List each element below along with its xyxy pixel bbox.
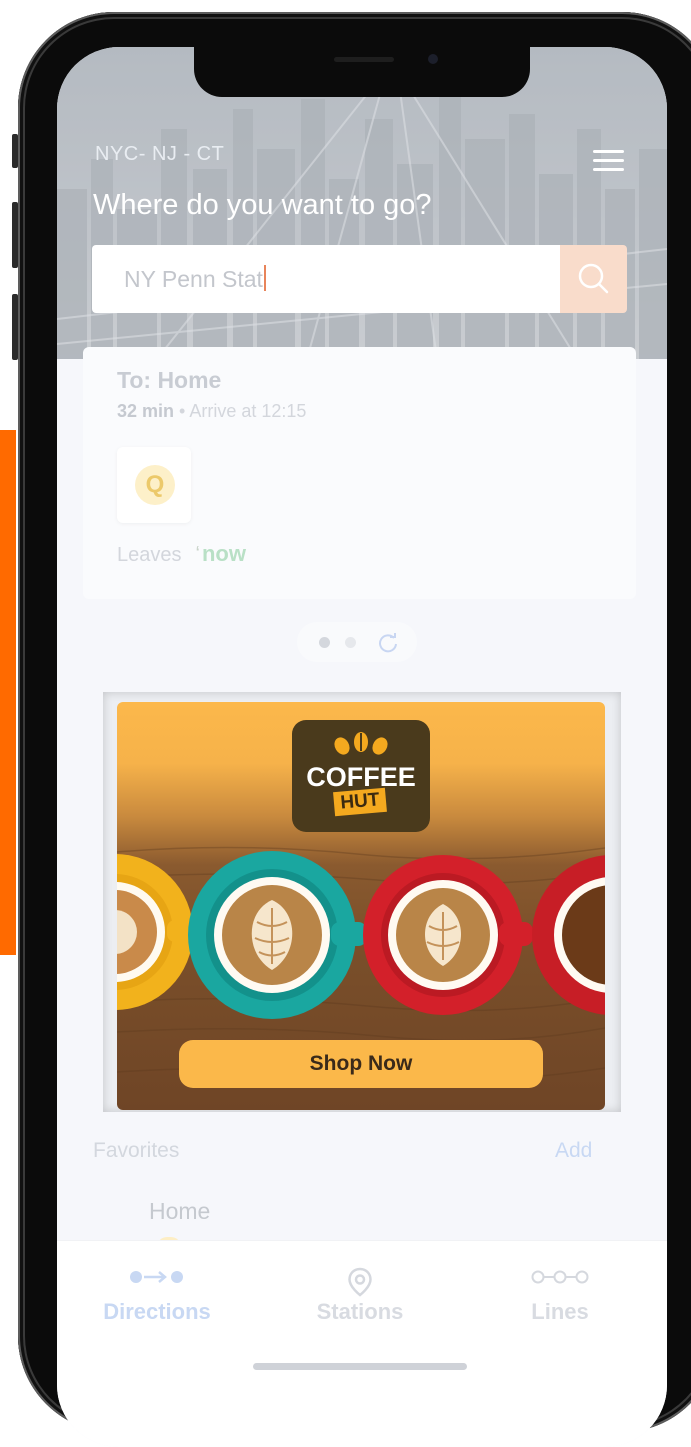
ad-frame: COFFEE HUT Shop Now (103, 692, 621, 1112)
text-cursor (263, 265, 266, 291)
page-dot-active[interactable] (319, 637, 330, 648)
trip-destination: To: Home (117, 367, 222, 393)
search-input[interactable]: NY Penn Stat (92, 245, 560, 313)
magnifier-icon (578, 263, 609, 294)
add-favorite-link[interactable]: Add (555, 1139, 592, 1163)
tab-directions[interactable]: Directions (57, 1241, 257, 1351)
coffee-hut-ad[interactable]: COFFEE HUT Shop Now (117, 702, 605, 1110)
volume-up-button (12, 202, 18, 268)
leaves-value: now (201, 541, 246, 566)
trip-arrival: • Arrive at 12:15 (179, 401, 307, 421)
page-title: Where do you want to go? (93, 189, 432, 221)
brand-name: COFFEE (306, 762, 416, 792)
refresh-icon[interactable] (377, 632, 399, 654)
lines-icon (531, 1270, 589, 1284)
favorite-item-home[interactable]: Home (149, 1198, 210, 1225)
notch (194, 47, 530, 97)
trip-meta: 32 min • Arrive at 12:15 (117, 401, 306, 422)
coffee-cups-image (117, 851, 605, 1019)
leaves-row: Leaves ʻnow (117, 541, 246, 566)
volume-down-button (12, 294, 18, 360)
hamburger-menu-icon[interactable] (593, 150, 624, 172)
tab-directions-label: Directions (103, 1299, 211, 1324)
favorites-title: Favorites (93, 1139, 180, 1162)
app-screen: NYC- NJ - CT Where do you want to go? NY… (57, 47, 667, 1447)
search-button[interactable] (560, 245, 627, 313)
line-badge: Q (135, 465, 175, 505)
search-input-text: NY Penn Stat (124, 265, 266, 293)
location-pin-icon (348, 1267, 372, 1297)
tab-stations[interactable]: Stations (260, 1241, 460, 1351)
tab-lines[interactable]: Lines (460, 1241, 660, 1351)
coffee-beans-icon (334, 732, 388, 755)
page-dot[interactable] (345, 637, 356, 648)
mute-switch (12, 134, 18, 168)
tab-stations-label: Stations (316, 1299, 404, 1324)
trip-card[interactable]: To: Home 32 min • Arrive at 12:15 Q Leav… (83, 347, 636, 599)
brand-tag: HUT (333, 787, 387, 817)
tab-lines-label: Lines (531, 1299, 589, 1324)
directions-icon (130, 1271, 183, 1283)
orange-backdrop (0, 430, 16, 955)
card-pager (297, 622, 417, 662)
camera (428, 54, 438, 64)
home-indicator[interactable] (253, 1363, 467, 1370)
coffee-hut-logo: COFFEE HUT (292, 720, 430, 832)
speaker (334, 57, 394, 62)
tab-bar: Directions Stations Lines (57, 1240, 667, 1447)
region-label: NYC- NJ - CT (95, 143, 225, 165)
trip-duration: 32 min (117, 401, 175, 421)
shop-now-button[interactable]: Shop Now (179, 1040, 543, 1088)
line-tile[interactable]: Q (117, 447, 191, 523)
leaves-label: Leaves (117, 544, 182, 566)
